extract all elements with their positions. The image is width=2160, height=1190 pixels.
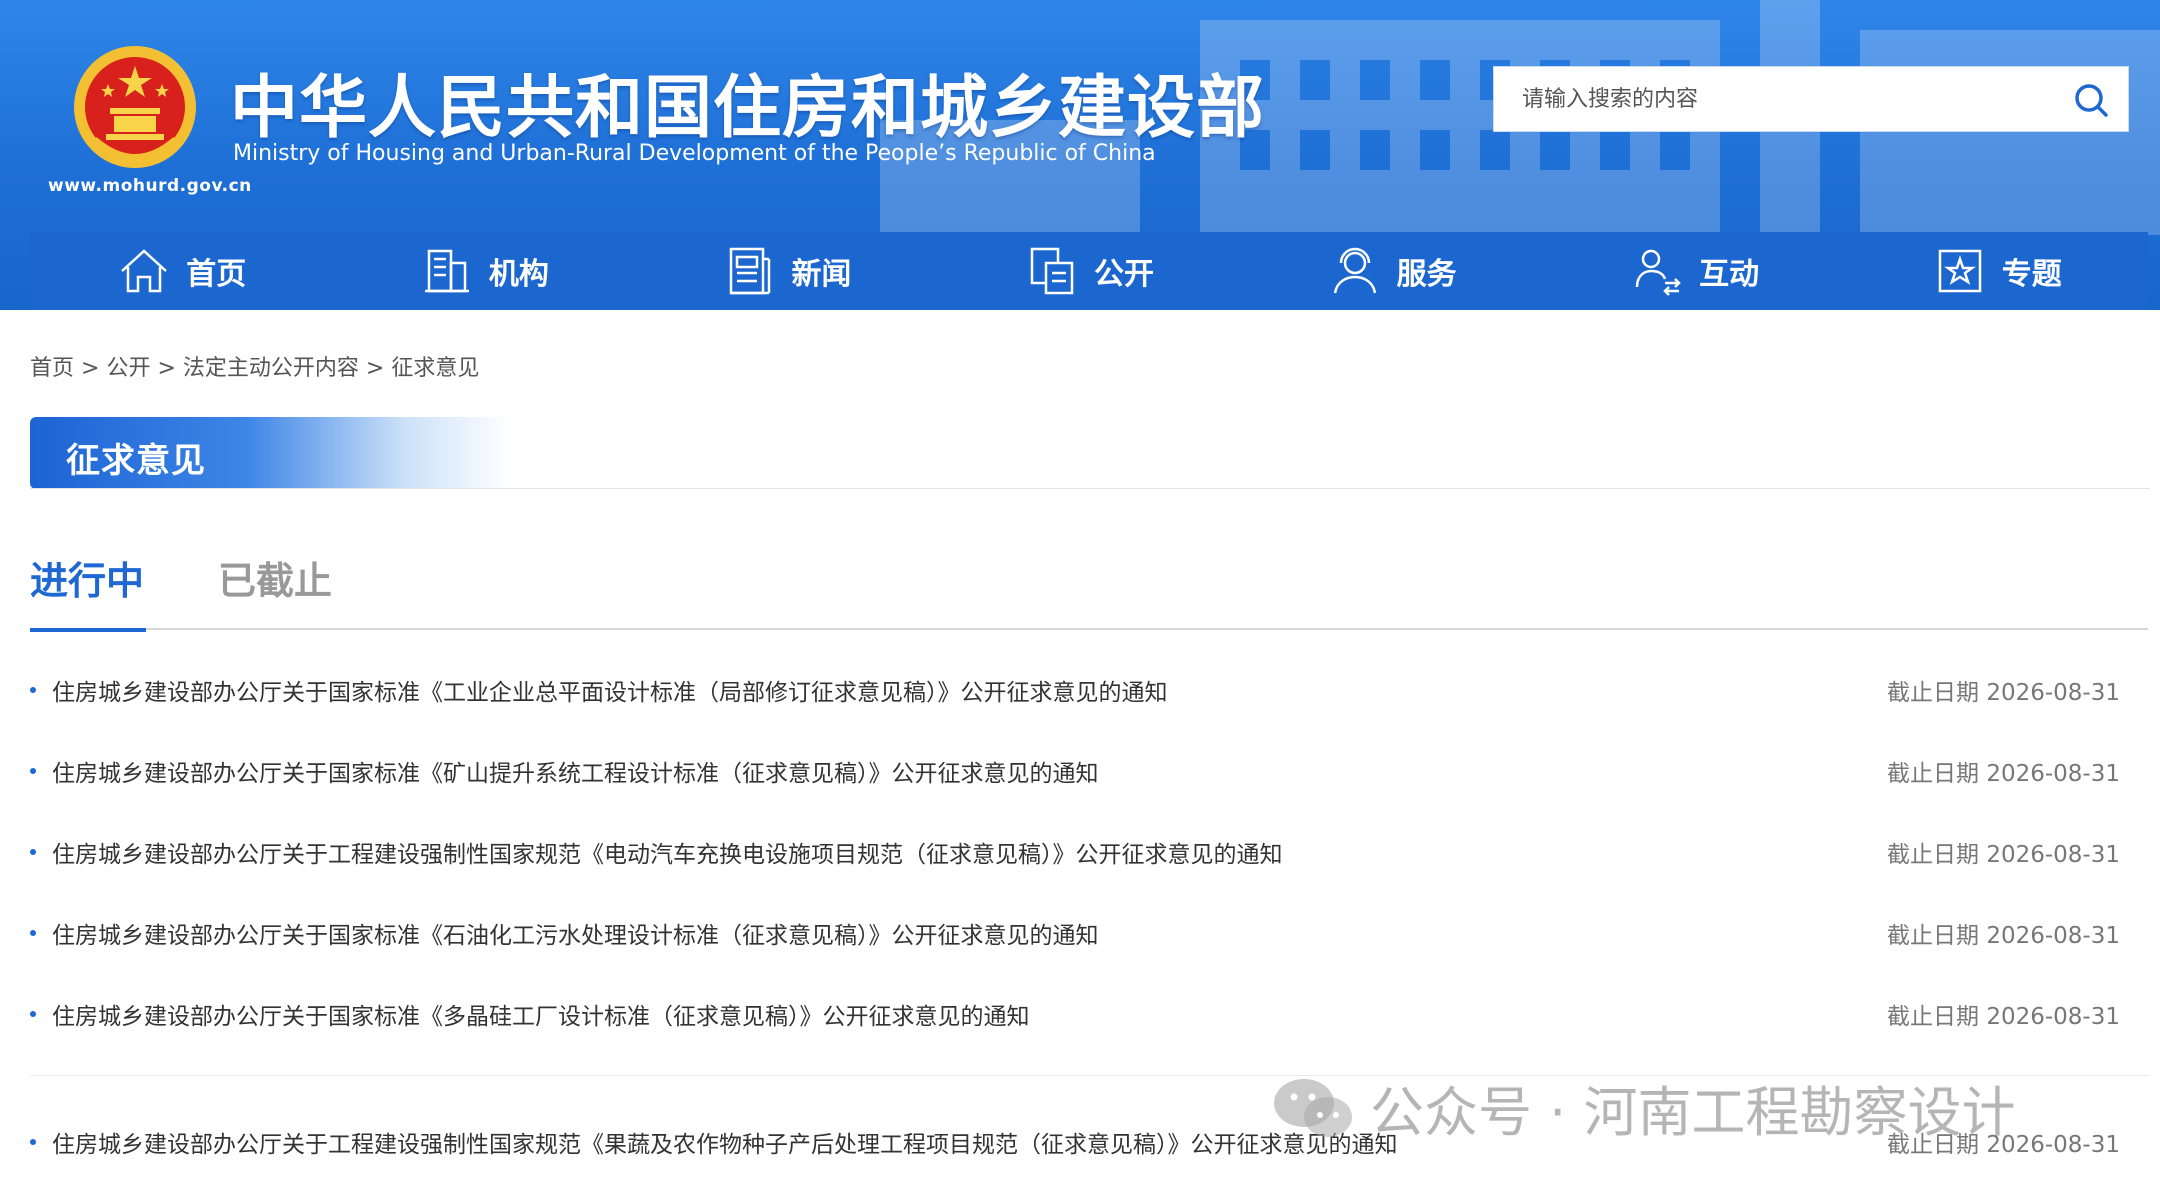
nav-item-service[interactable]: 服务 (1240, 232, 1543, 310)
bullet-dot (30, 849, 36, 855)
nav-label: 服务 (1396, 257, 1457, 292)
bullet-dot (30, 687, 36, 693)
notice-deadline: 截止日期 2026-08-31 (1887, 1004, 2120, 1030)
topic-icon (1938, 249, 1981, 293)
nav-label: 专题 (2001, 257, 2062, 292)
notice-deadline: 截止日期 2026-08-31 (1887, 923, 2120, 949)
nav-item-topic[interactable]: 专题 (1845, 232, 2148, 310)
breadcrumb-separator: > (157, 356, 176, 381)
bullet-dot (30, 1011, 36, 1017)
notice-title[interactable]: 住房城乡建设部办公厅关于工程建设强制性国家规范《果蔬及农作物种子产后处理工程项目… (52, 1125, 1887, 1159)
bullet-dot (30, 930, 36, 936)
section-header: 征求意见 (30, 417, 510, 489)
section-title: 征求意见 (66, 441, 206, 481)
site-url: www.mohurd.gov.cn (48, 176, 252, 196)
list-divider (30, 1075, 2150, 1076)
breadcrumb-separator: > (81, 356, 100, 381)
tab-closed[interactable]: 已截止 (218, 550, 332, 630)
search-icon[interactable] (2072, 81, 2110, 119)
notice-deadline: 截止日期 2026-08-31 (1887, 1132, 2120, 1158)
nav-label: 机构 (488, 257, 549, 292)
list-item[interactable]: 住房城乡建设部办公厅关于工程建设强制性国家规范《果蔬及农作物种子产后处理工程项目… (30, 1112, 2120, 1172)
breadcrumb-current: 征求意见 (391, 356, 480, 381)
nav-label: 新闻 (791, 257, 852, 292)
nav-label: 公开 (1094, 257, 1155, 292)
list-item[interactable]: 住房城乡建设部办公厅关于国家标准《多晶硅工厂设计标准（征求意见稿）》公开征求意见… (30, 984, 2120, 1044)
breadcrumb: 首页 > 公开 > 法定主动公开内容 > 征求意见 (30, 350, 479, 382)
breadcrumb-disclosure[interactable]: 公开 (106, 356, 150, 381)
nav-item-interaction[interactable]: 互动 (1543, 232, 1846, 310)
nav-item-organization[interactable]: 机构 (333, 232, 636, 310)
notice-title[interactable]: 住房城乡建设部办公厅关于国家标准《石油化工污水处理设计标准（征求意见稿）》公开征… (52, 916, 1887, 950)
list-item[interactable]: 住房城乡建设部办公厅关于国家标准《工业企业总平面设计标准（局部修订征求意见稿）》… (30, 660, 2120, 720)
building-icon (424, 249, 469, 293)
search-input[interactable] (1494, 67, 2054, 131)
site-title: 中华人民共和国住房和城乡建设部 (230, 69, 1266, 148)
notice-title[interactable]: 住房城乡建设部办公厅关于国家标准《工业企业总平面设计标准（局部修订征求意见稿）》… (52, 673, 1887, 707)
bullet-dot (30, 1139, 36, 1145)
interaction-icon (1635, 249, 1681, 296)
status-tabs: 进行中 已截止 (30, 550, 2148, 632)
nav-item-news[interactable]: 新闻 (635, 232, 938, 310)
disclosure-icon (1030, 247, 1074, 295)
national-emblem-icon (74, 46, 196, 168)
tab-ongoing[interactable]: 进行中 (30, 550, 147, 632)
nav-item-disclosure[interactable]: 公开 (938, 232, 1241, 310)
breadcrumb-separator: > (365, 356, 385, 381)
site-subtitle: Ministry of Housing and Urban-Rural Deve… (233, 141, 1156, 166)
notice-title[interactable]: 住房城乡建设部办公厅关于工程建设强制性国家规范《电动汽车充换电设施项目规范（征求… (52, 835, 1887, 869)
breadcrumb-statutory[interactable]: 法定主动公开内容 (183, 356, 359, 381)
breadcrumb-home[interactable]: 首页 (30, 356, 74, 381)
notice-deadline: 截止日期 2026-08-31 (1887, 680, 2120, 706)
list-item[interactable]: 住房城乡建设部办公厅关于国家标准《石油化工污水处理设计标准（征求意见稿）》公开征… (30, 903, 2120, 963)
list-item[interactable]: 住房城乡建设部办公厅关于工程建设强制性国家规范《电动汽车充换电设施项目规范（征求… (30, 822, 2120, 882)
nav-item-home[interactable]: 首页 (30, 232, 333, 310)
list-item[interactable]: 住房城乡建设部办公厅关于国家标准《矿山提升系统工程设计标准（征求意见稿）》公开征… (30, 741, 2120, 801)
notice-title[interactable]: 住房城乡建设部办公厅关于国家标准《多晶硅工厂设计标准（征求意见稿）》公开征求意见… (52, 997, 1887, 1031)
home-icon (121, 249, 168, 293)
nav-label: 首页 (186, 257, 247, 292)
section-divider (30, 488, 2150, 489)
notice-title[interactable]: 住房城乡建设部办公厅关于国家标准《矿山提升系统工程设计标准（征求意见稿）》公开征… (52, 754, 1887, 788)
notice-deadline: 截止日期 2026-08-31 (1887, 761, 2120, 787)
main-nav: 首页 机构 新闻 公开 服务 互动 专题 (30, 232, 2148, 310)
service-icon (1333, 247, 1376, 294)
news-icon (730, 247, 771, 295)
search-box (1493, 66, 2129, 132)
notice-deadline: 截止日期 2026-08-31 (1887, 842, 2120, 868)
nav-label: 互动 (1699, 257, 1760, 292)
bullet-dot (30, 768, 36, 774)
